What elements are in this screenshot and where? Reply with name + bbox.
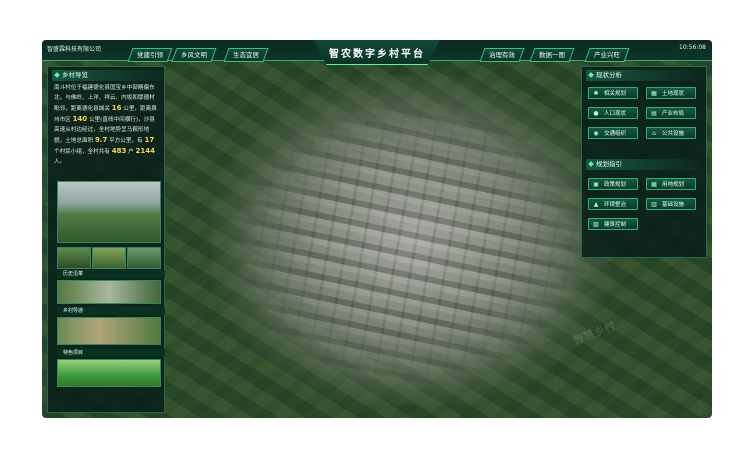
land-plan-icon: ▦ [651, 181, 657, 188]
title-banner: 智农数字乡村平台 [314, 40, 440, 65]
land-icon: ▦ [651, 90, 657, 97]
history-photo-2[interactable] [92, 247, 126, 269]
section-title-guidance: 规划指引 [586, 159, 706, 170]
intro-number: 9.7 [94, 136, 108, 144]
history-gate-photo[interactable] [57, 280, 161, 304]
tour-photo[interactable] [57, 317, 161, 345]
intro-text: 户 [126, 149, 136, 155]
btn-land-status[interactable]: ▦ 土地现状 [646, 87, 696, 99]
wrench-icon: ✱ [593, 90, 599, 97]
facility-icon: ⌂ [652, 130, 656, 137]
caption-history: 历史沿革 [57, 270, 165, 278]
btn-label: 政策规划 [604, 182, 627, 188]
clock-time: 10:56:08 [679, 44, 706, 51]
intro-number: 16 [111, 104, 122, 112]
featured-photo[interactable] [57, 359, 161, 387]
traffic-icon: ◉ [593, 130, 599, 137]
history-photo-3[interactable] [127, 247, 161, 269]
nav-tab-label: 党建引领 [137, 51, 163, 59]
intro-text: 个村民小组，全村共有 [54, 149, 112, 155]
btn-environment[interactable]: ▲ 环境整治 [588, 198, 638, 210]
people-icon: ● [593, 110, 599, 117]
btn-label: 基础设施 [662, 202, 685, 208]
btn-label: 公共设施 [662, 131, 685, 137]
industry-icon: ▤ [651, 110, 657, 117]
btn-label: 环境整治 [604, 202, 627, 208]
nav-tab-label: 数据一图 [539, 51, 565, 59]
village-landscape-photo[interactable] [57, 181, 161, 243]
nav-tab-data[interactable]: 数据一图 [529, 48, 575, 62]
btn-industry-layout[interactable]: ▤ 产业布局 [646, 107, 696, 119]
section-title-guide: 乡村导览 [52, 70, 172, 81]
btn-traffic[interactable]: ◉ 交通组织 [588, 127, 638, 139]
environment-icon: ▲ [593, 201, 599, 208]
intro-text: 平方公里，有 [107, 138, 145, 144]
intro-text: 人。 [54, 159, 66, 165]
page-title: 智农数字乡村平台 [329, 49, 425, 60]
dashboard-screen: 智慧乡村 智盛霖科技有限公司 10:56:08 党建引领 乡风文明 生态宜居 智… [42, 40, 712, 418]
nav-tab-governance[interactable]: 治理有效 [479, 48, 525, 62]
btn-label: 建筑控制 [604, 222, 627, 228]
btn-label: 用地规划 [662, 182, 685, 188]
company-name: 智盛霖科技有限公司 [47, 46, 102, 53]
btn-public-facilities[interactable]: ⌂ 公共设施 [646, 127, 696, 139]
nav-tab-label: 生态宜居 [233, 51, 259, 59]
section-title-status: 现状分析 [586, 70, 706, 81]
village-intro-text: 南斗村位于福建德化县国宝乡中部略偏东北，与佛岭、上洋、祥云、内坂和厚德村毗邻，距… [54, 83, 160, 167]
caption-featured: 特色项目 [57, 349, 165, 357]
intro-number: 140 [72, 115, 88, 123]
building-icon: ▧ [593, 221, 599, 228]
left-panel: 乡村导览 南斗村位于福建德化县国宝乡中部略偏东北，与佛岭、上洋、祥云、内坂和厚德… [47, 66, 172, 413]
btn-label: 相关规划 [604, 91, 627, 97]
caption-tour: 乡村导游 [57, 307, 165, 315]
btn-label: 人口现状 [604, 111, 627, 117]
btn-building-control[interactable]: ▧ 建筑控制 [588, 218, 638, 230]
btn-policy-planning[interactable]: ▣ 政策规划 [588, 178, 638, 190]
nav-tab-party[interactable]: 党建引领 [127, 48, 173, 62]
nav-tab-label: 治理有效 [489, 51, 515, 59]
village-rooftops [232, 100, 592, 390]
nav-tab-industry[interactable]: 产业兴旺 [584, 48, 630, 62]
btn-label: 交通组织 [604, 131, 627, 137]
btn-label: 土地现状 [662, 91, 685, 97]
intro-number: 17 [144, 136, 155, 144]
policy-icon: ▣ [593, 181, 599, 188]
nav-tab-label: 乡风文明 [181, 51, 207, 59]
nav-tab-ecology[interactable]: 生态宜居 [223, 48, 269, 62]
btn-land-use-planning[interactable]: ▦ 用地规划 [646, 178, 696, 190]
btn-related-planning[interactable]: ✱ 相关规划 [588, 87, 638, 99]
intro-number: 483 [111, 147, 127, 155]
right-panel: 现状分析 ✱ 相关规划 ▦ 土地现状 ● 人口现状 ▤ 产业布局 ◉ 交通组织 ⌂ 公共设施… [581, 66, 707, 258]
intro-number: 2144 [135, 147, 155, 155]
history-photo-1[interactable] [57, 247, 91, 269]
btn-infrastructure[interactable]: ▥ 基础设施 [646, 198, 696, 210]
nav-tab-label: 产业兴旺 [594, 51, 620, 59]
nav-tab-culture[interactable]: 乡风文明 [171, 48, 217, 62]
infrastructure-icon: ▥ [651, 201, 657, 208]
btn-label: 产业布局 [662, 111, 685, 117]
btn-population-status[interactable]: ● 人口现状 [588, 107, 638, 119]
